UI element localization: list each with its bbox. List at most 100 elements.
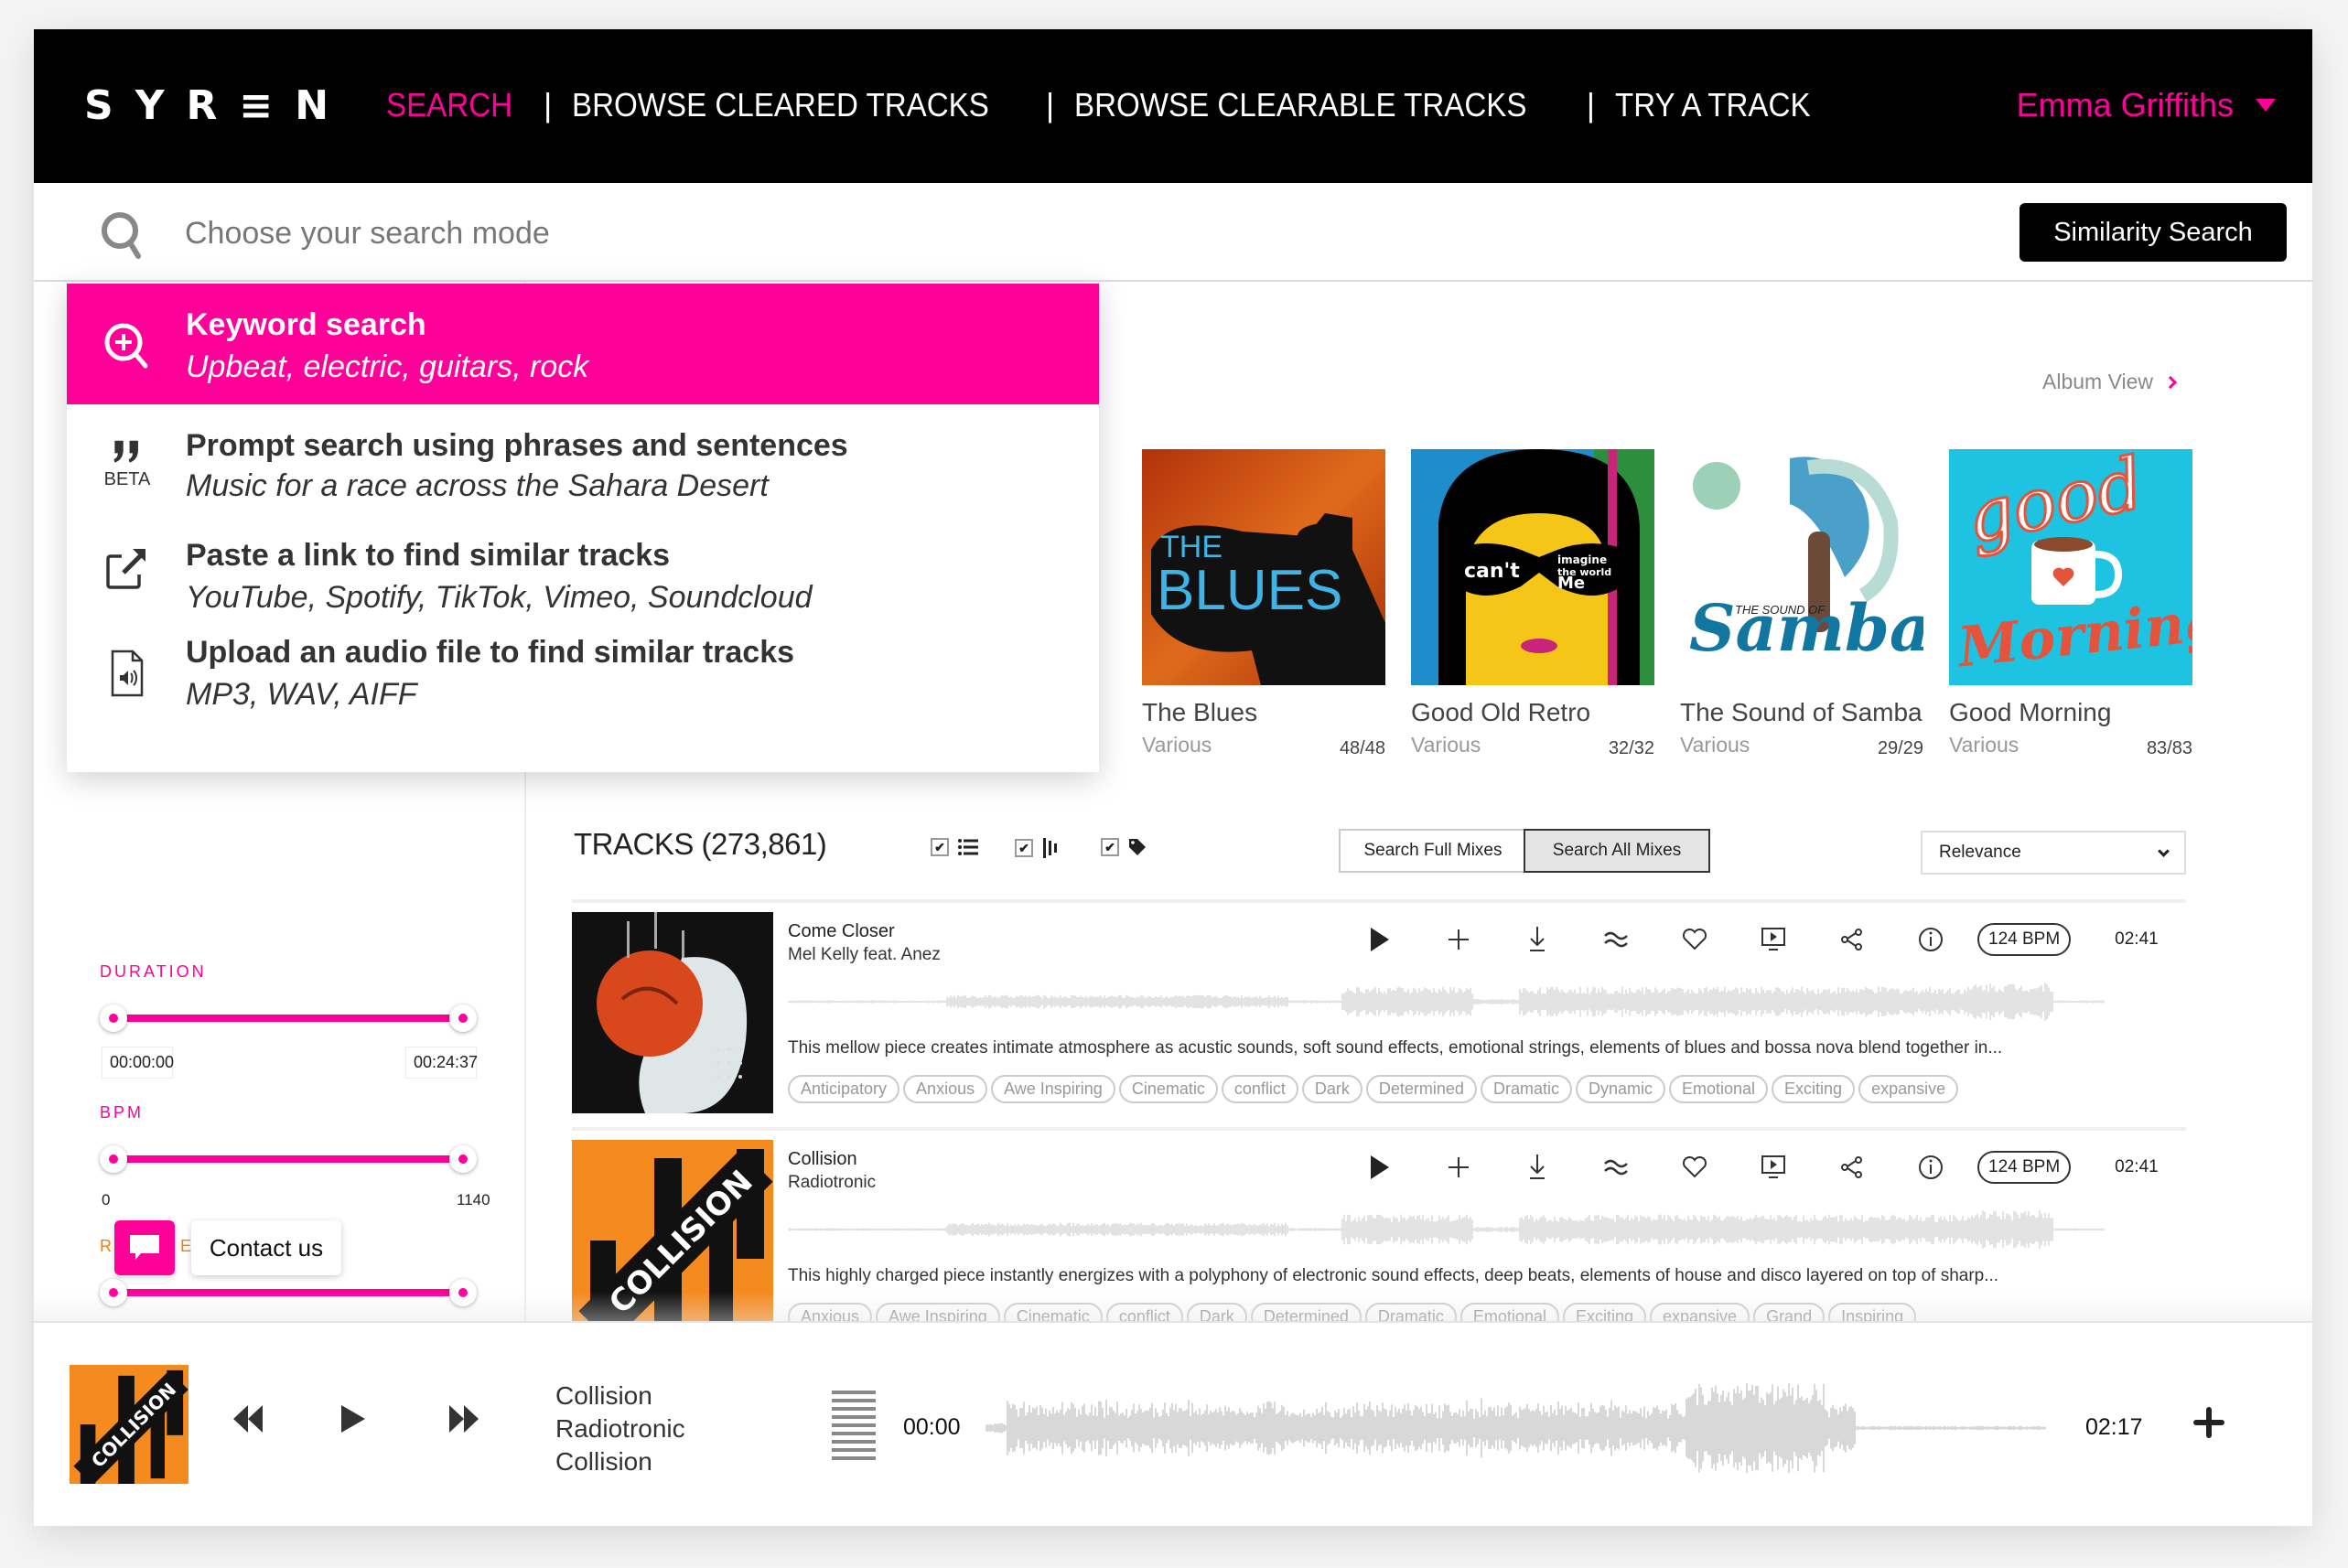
user-menu[interactable]: Emma Griffiths xyxy=(2017,86,2276,124)
download-button[interactable] xyxy=(1498,923,1577,956)
search-mode-keyword[interactable]: Keyword search Upbeat, electric, guitars… xyxy=(67,284,1099,404)
info-button[interactable] xyxy=(1891,923,1970,956)
album-artist: Various xyxy=(1949,733,2019,757)
tag-chip[interactable]: Awe Inspiring xyxy=(991,1075,1115,1103)
track-row[interactable]: Come Closer Mel Kelly feat. Anez 124 BPM… xyxy=(572,899,2186,1113)
player-waveform[interactable] xyxy=(986,1378,2047,1478)
mix-toggle: Search Full Mixes Search All Mixes xyxy=(1339,829,1710,873)
bpm-badge[interactable]: 124 BPM xyxy=(1977,923,2072,956)
playlist-queue-button[interactable] xyxy=(832,1391,876,1464)
track-thumbnail[interactable] xyxy=(572,912,773,1113)
nav-link-search[interactable]: SEARCH xyxy=(386,86,512,124)
search-mode-upload[interactable]: Upload an audio file to find similar tra… xyxy=(67,615,1099,734)
toggle-waveform[interactable]: ✔ xyxy=(1015,838,1061,858)
duration-max-input[interactable]: 00:24:37 xyxy=(405,1047,478,1079)
nav-link-browse-clearable[interactable]: BROWSE CLEARABLE TRACKS xyxy=(1074,86,1527,124)
slider-track xyxy=(113,1289,464,1296)
track-waveform[interactable] xyxy=(788,974,2106,1029)
download-button[interactable] xyxy=(1498,1151,1577,1184)
contact-us-button[interactable]: Contact us xyxy=(191,1220,341,1275)
play-button[interactable] xyxy=(1341,1151,1419,1184)
checkbox-checked-icon[interactable]: ✔ xyxy=(1015,839,1033,857)
duration-min-input[interactable]: 00:00:00 xyxy=(102,1047,174,1079)
tracks-count-title: TRACKS (273,861) xyxy=(574,827,827,861)
add-button[interactable] xyxy=(1419,1151,1498,1184)
track-artist[interactable]: Mel Kelly feat. Anez xyxy=(788,945,941,965)
checkbox-checked-icon[interactable]: ✔ xyxy=(1101,838,1119,856)
slider-handle-max[interactable] xyxy=(449,1279,477,1306)
search-mode-link[interactable]: Paste a link to find similar tracks YouT… xyxy=(67,510,1099,615)
add-to-playlist-icon[interactable] xyxy=(2193,1407,2224,1438)
track-title[interactable]: Come Closer xyxy=(788,921,895,942)
plus-icon xyxy=(1449,929,1469,950)
previous-button[interactable] xyxy=(233,1405,263,1437)
syren-logo[interactable]: SYR≡N xyxy=(84,82,350,129)
list-icon xyxy=(958,839,978,855)
search-mode-prompt[interactable]: BETA Prompt search using phrases and sen… xyxy=(67,404,1099,505)
duration-slider[interactable] xyxy=(100,1004,477,1032)
favorite-button[interactable] xyxy=(1655,1151,1734,1184)
search-all-mixes-button[interactable]: Search All Mixes xyxy=(1524,829,1710,873)
player-play-button[interactable] xyxy=(341,1405,365,1437)
album-cover[interactable]: Samba THE SOUND OF xyxy=(1680,449,1923,685)
tag-chip[interactable]: Anxious xyxy=(903,1075,988,1103)
slider-handle-min[interactable] xyxy=(100,1004,127,1032)
nav-link-try-a-track[interactable]: TRY A TRACK xyxy=(1615,86,1811,124)
album-cover[interactable]: good Morning xyxy=(1949,449,2192,685)
similarity-search-button[interactable]: Similarity Search xyxy=(2019,203,2287,262)
album-artist: Various xyxy=(1680,733,1750,757)
album-view-link[interactable]: Album View xyxy=(2042,370,2178,394)
album-card[interactable]: THE BLUES The Blues Various 48/48 xyxy=(1142,449,1385,759)
nav-links: SEARCH | BROWSE CLEARED TRACKS | BROWSE … xyxy=(386,86,1827,124)
add-button[interactable] xyxy=(1419,923,1498,956)
track-waveform[interactable] xyxy=(788,1202,2106,1257)
next-button[interactable] xyxy=(449,1405,479,1437)
tag-chip[interactable]: Dynamic xyxy=(1575,1075,1665,1103)
share-button[interactable] xyxy=(1813,923,1891,956)
toggle-tags[interactable]: ✔ xyxy=(1101,838,1147,856)
track-row[interactable]: COLLISION Collision Radiotronic 124 BPM … xyxy=(572,1127,2186,1341)
tag-chip[interactable]: Dramatic xyxy=(1480,1075,1572,1103)
video-sync-button[interactable] xyxy=(1734,1151,1813,1184)
track-thumbnail[interactable]: COLLISION xyxy=(572,1140,773,1341)
nav-link-browse-cleared[interactable]: BROWSE CLEARED TRACKS xyxy=(572,86,989,124)
video-sync-button[interactable] xyxy=(1734,923,1813,956)
chat-bubble-icon xyxy=(130,1235,159,1260)
slider-handle-max[interactable] xyxy=(449,1004,477,1032)
album-card[interactable]: can't imagine the world Me Good Old Retr… xyxy=(1411,449,1654,759)
tag-chip[interactable]: conflict xyxy=(1221,1075,1298,1103)
tag-chip[interactable]: Cinematic xyxy=(1118,1075,1218,1103)
album-card[interactable]: good Morning Good Morning Various 83/83 xyxy=(1949,449,2192,759)
info-button[interactable] xyxy=(1891,1151,1970,1184)
bpm-slider[interactable] xyxy=(100,1145,477,1173)
slider-handle-min[interactable] xyxy=(100,1279,127,1306)
album-cover[interactable]: THE BLUES xyxy=(1142,449,1385,685)
similar-button[interactable] xyxy=(1577,923,1655,956)
album-cover[interactable]: can't imagine the world Me xyxy=(1411,449,1654,685)
favorite-button[interactable] xyxy=(1655,923,1734,956)
tag-chip[interactable]: Determined xyxy=(1365,1075,1477,1103)
bpm-badge[interactable]: 124 BPM xyxy=(1977,1151,2072,1184)
toggle-description[interactable]: ✔ xyxy=(931,838,978,856)
album-title: The Sound of Samba xyxy=(1680,698,1923,726)
search-full-mixes-button[interactable]: Search Full Mixes xyxy=(1341,831,1525,871)
tag-chip[interactable]: Dark xyxy=(1301,1075,1362,1103)
share-button[interactable] xyxy=(1813,1151,1891,1184)
search-input[interactable]: Choose your search mode xyxy=(185,216,550,252)
tag-chip[interactable]: expansive xyxy=(1858,1075,1959,1103)
chat-button[interactable] xyxy=(114,1220,175,1275)
similar-button[interactable] xyxy=(1577,1151,1655,1184)
track-title[interactable]: Collision xyxy=(788,1149,857,1170)
player-thumbnail[interactable]: COLLISION xyxy=(70,1365,188,1484)
tag-chip[interactable]: Exciting xyxy=(1772,1075,1856,1103)
range-slider[interactable] xyxy=(100,1279,477,1306)
track-artist[interactable]: Radiotronic xyxy=(788,1173,876,1193)
checkbox-checked-icon[interactable]: ✔ xyxy=(931,838,949,856)
album-card[interactable]: Samba THE SOUND OF The Sound of Samba Va… xyxy=(1680,449,1923,759)
sort-select[interactable]: Relevance xyxy=(1921,831,2186,875)
play-button[interactable] xyxy=(1341,923,1419,956)
tag-chip[interactable]: Emotional xyxy=(1668,1075,1769,1103)
tag-chip[interactable]: Anticipatory xyxy=(788,1075,900,1103)
slider-handle-min[interactable] xyxy=(100,1145,127,1173)
slider-handle-max[interactable] xyxy=(449,1145,477,1173)
